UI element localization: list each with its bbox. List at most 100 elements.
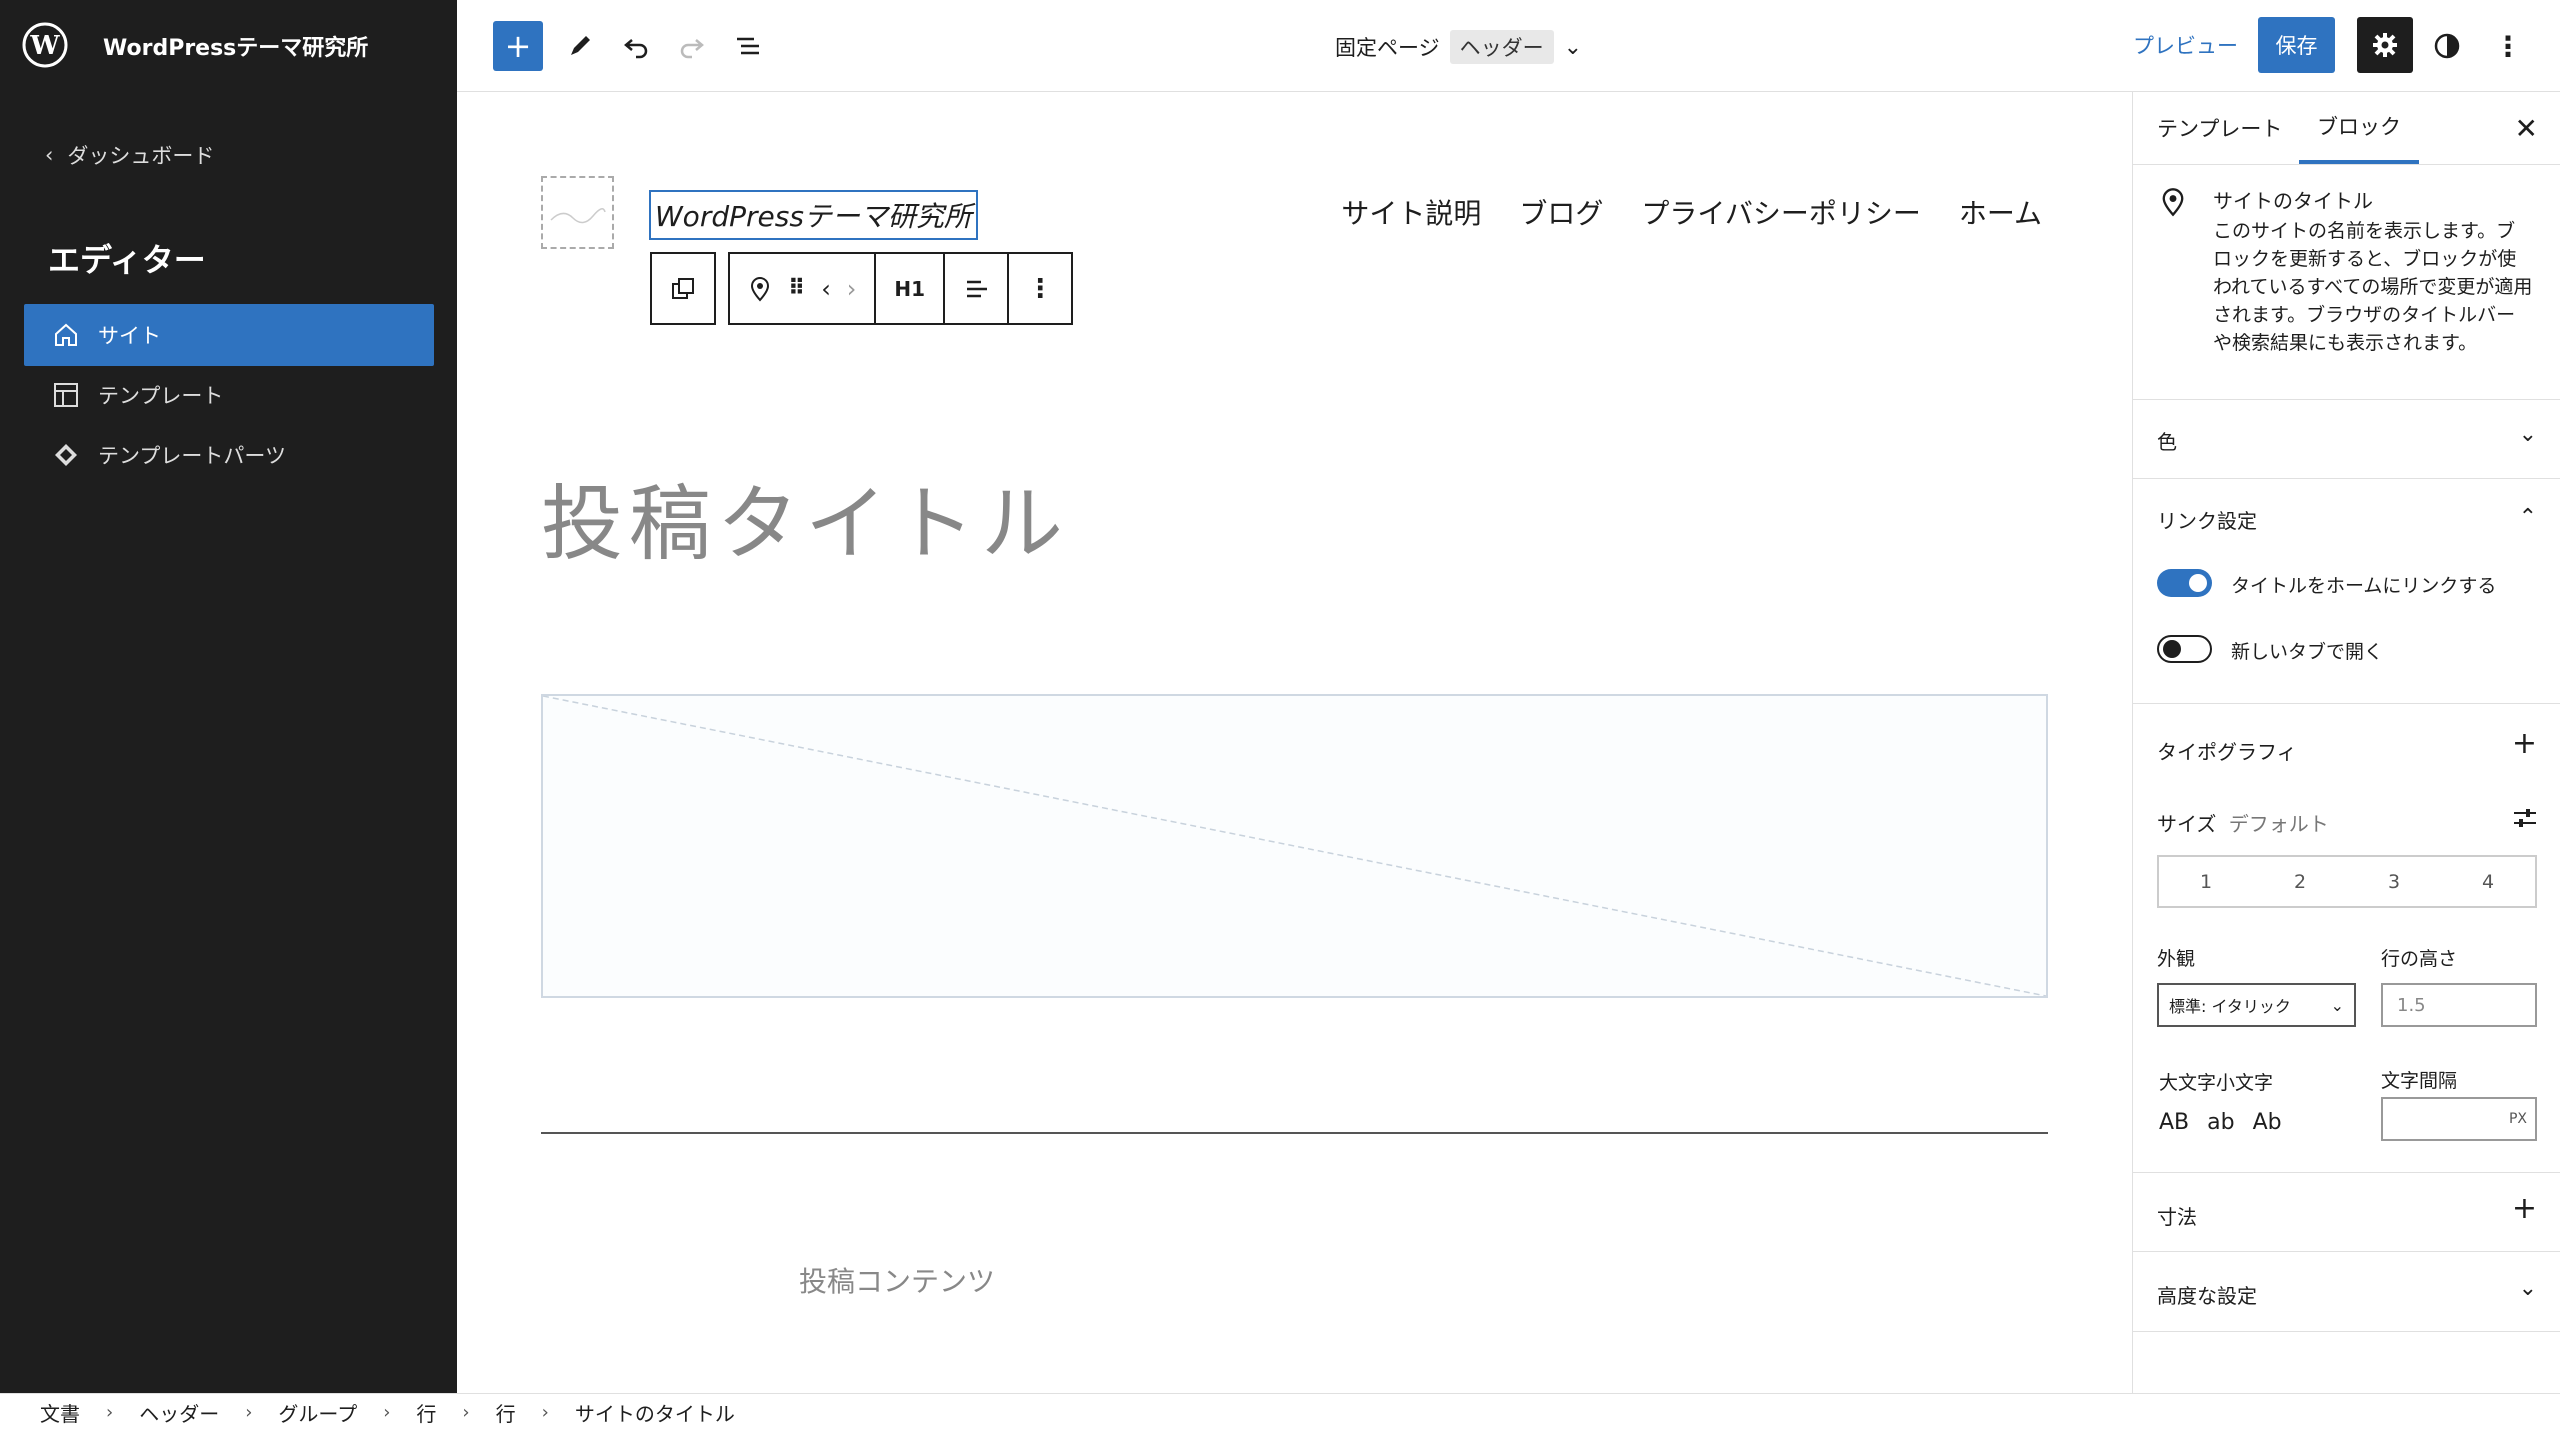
align-left-icon bbox=[967, 280, 988, 297]
block-controls-group: ⠿ ‹ › H1 ⋮ bbox=[728, 252, 1074, 325]
tab-block[interactable]: ブロック bbox=[2299, 92, 2419, 164]
editor-canvas: WordPressテーマ研究所 サイト説明 ブログ プライバシーポリシー ホーム… bbox=[457, 92, 2132, 1393]
symbol-icon bbox=[55, 444, 77, 466]
breadcrumb-item[interactable]: ヘッダー bbox=[139, 1398, 219, 1427]
block-inspector: テンプレート ブロック ✕ サイトのタイトル このサイトの名前を表示します。ブロ… bbox=[2132, 92, 2560, 1393]
line-height-input[interactable]: 1.5 bbox=[2381, 983, 2537, 1027]
panel-title: 寸法 bbox=[2157, 1205, 2197, 1229]
toggle-label: タイトルをホームにリンクする bbox=[2231, 575, 2497, 597]
gear-icon bbox=[2373, 33, 2397, 57]
panel-color[interactable]: 色 ⌄ bbox=[2133, 400, 2560, 479]
separator-block[interactable] bbox=[541, 1132, 2048, 1134]
nav-link[interactable]: ホーム bbox=[1959, 192, 2042, 232]
map-marker-icon[interactable] bbox=[748, 276, 772, 302]
unit-label[interactable]: PX bbox=[2509, 1111, 2527, 1127]
chevron-down-icon: ⌄ bbox=[2518, 1276, 2537, 1301]
nav-link[interactable]: プライバシーポリシー bbox=[1641, 192, 1920, 232]
chevron-right-icon: › bbox=[383, 1401, 391, 1423]
block-toolbar: ⠿ ‹ › H1 ⋮ bbox=[650, 252, 1074, 325]
plus-icon: + bbox=[504, 27, 532, 65]
options-button[interactable]: ⋮ bbox=[2483, 21, 2533, 71]
navigation-block[interactable]: サイト説明 ブログ プライバシーポリシー ホーム bbox=[1341, 192, 2042, 232]
site-editor-sidebar: W WordPressテーマ研究所 ‹ ダッシュボード エディター サイト テン… bbox=[0, 0, 457, 1393]
new-tab-toggle[interactable] bbox=[2157, 635, 2212, 663]
site-name: WordPressテーマ研究所 bbox=[103, 36, 369, 61]
panel-title: タイポグラフィ bbox=[2157, 740, 2297, 764]
letter-case-options: AB ab Ab bbox=[2159, 1110, 2282, 1135]
sidebar-item-site[interactable]: サイト bbox=[24, 304, 434, 366]
duplicate-icon bbox=[672, 277, 694, 299]
close-icon[interactable]: ✕ bbox=[2515, 112, 2538, 145]
font-size-option[interactable]: 2 bbox=[2253, 857, 2347, 906]
tab-template[interactable]: テンプレート bbox=[2157, 92, 2282, 164]
uppercase-button[interactable]: AB bbox=[2159, 1110, 2189, 1135]
appearance-select[interactable]: 標準: イタリック ⌄ bbox=[2157, 983, 2356, 1027]
document-type: 固定ページ bbox=[1335, 36, 1440, 60]
settings-button[interactable] bbox=[2357, 17, 2413, 73]
site-logo-placeholder[interactable] bbox=[541, 176, 614, 249]
font-size-option[interactable]: 1 bbox=[2159, 857, 2253, 906]
add-block-button[interactable]: + bbox=[493, 21, 543, 71]
chevron-up-icon[interactable]: ⌃ bbox=[2519, 505, 2537, 530]
letter-spacing-label: 文字間隔 bbox=[2381, 1070, 2458, 1092]
styles-button[interactable] bbox=[2422, 21, 2472, 71]
chevron-right-icon: › bbox=[462, 1401, 470, 1423]
block-card-description: このサイトの名前を表示します。ブロックを更新すると、ブロックが使われているすべて… bbox=[2213, 220, 2533, 354]
breadcrumb-item[interactable]: サイトのタイトル bbox=[575, 1398, 735, 1427]
breadcrumb-item[interactable]: 行 bbox=[416, 1398, 436, 1427]
more-vertical-icon: ⋮ bbox=[1027, 273, 1054, 304]
undo-button[interactable] bbox=[611, 21, 661, 71]
nav-link[interactable]: ブログ bbox=[1519, 192, 1603, 232]
panel-dimensions[interactable]: 寸法 + bbox=[2133, 1173, 2560, 1252]
letter-spacing-input[interactable]: PX bbox=[2381, 1097, 2537, 1141]
chevron-down-icon: ⌄ bbox=[2518, 422, 2537, 447]
block-breadcrumb: 文書 › ヘッダー › グループ › 行 › 行 › サイトのタイトル bbox=[0, 1393, 2560, 1430]
chevron-right-icon[interactable]: › bbox=[847, 275, 857, 303]
plus-icon[interactable]: + bbox=[2512, 726, 2537, 761]
breadcrumb-item[interactable]: グループ bbox=[278, 1398, 357, 1427]
tools-button[interactable] bbox=[555, 21, 605, 71]
font-size-picker: 1 2 3 4 bbox=[2157, 855, 2537, 908]
panel-title[interactable]: リンク設定 bbox=[2157, 505, 2257, 534]
featured-image-placeholder[interactable] bbox=[541, 694, 2048, 998]
panel-advanced[interactable]: 高度な設定 ⌄ bbox=[2133, 1252, 2560, 1332]
home-icon bbox=[55, 323, 77, 346]
wordpress-logo-icon[interactable]: W bbox=[22, 22, 68, 68]
align-button[interactable] bbox=[945, 254, 1010, 323]
settings-sliders-icon[interactable] bbox=[2511, 804, 2539, 832]
sidebar-item-template-parts[interactable]: テンプレートパーツ bbox=[24, 424, 434, 486]
sidebar-item-templates[interactable]: テンプレート bbox=[24, 364, 434, 426]
block-card: サイトのタイトル このサイトの名前を表示します。ブロックを更新すると、ブロックが… bbox=[2133, 164, 2560, 400]
font-size-option[interactable]: 4 bbox=[2441, 857, 2535, 906]
redo-button[interactable] bbox=[667, 21, 717, 71]
heading-level-button[interactable]: H1 bbox=[876, 254, 946, 323]
redo-icon bbox=[680, 39, 704, 59]
document-title-bar[interactable]: 固定ページ ヘッダー ⌄ bbox=[1335, 30, 1582, 64]
font-size-option[interactable]: 3 bbox=[2347, 857, 2441, 906]
preview-button[interactable]: プレビュー bbox=[2133, 30, 2238, 60]
chevron-left-icon[interactable]: ‹ bbox=[821, 275, 831, 303]
layout-icon bbox=[54, 383, 78, 407]
select-parent-button[interactable] bbox=[652, 254, 714, 323]
breadcrumb-item[interactable]: 行 bbox=[496, 1398, 516, 1427]
drag-handle-icon[interactable]: ⠿ bbox=[788, 276, 805, 301]
site-title-block[interactable]: WordPressテーマ研究所 bbox=[649, 190, 978, 240]
panel-title: 高度な設定 bbox=[2157, 1284, 2257, 1308]
appearance-label: 外観 bbox=[2157, 948, 2196, 970]
post-content-block[interactable]: 投稿コンテンツ bbox=[799, 1260, 995, 1300]
sidebar-item-label: テンプレート bbox=[98, 384, 224, 408]
lowercase-button[interactable]: ab bbox=[2207, 1110, 2234, 1135]
save-button[interactable]: 保存 bbox=[2258, 17, 2335, 73]
breadcrumb-item[interactable]: 文書 bbox=[40, 1398, 80, 1427]
pencil-icon bbox=[571, 36, 590, 55]
toggle-knob bbox=[2163, 640, 2181, 658]
post-title-block[interactable]: 投稿タイトル bbox=[541, 457, 1069, 576]
line-height-label: 行の高さ bbox=[2381, 948, 2458, 970]
list-view-button[interactable] bbox=[723, 21, 773, 71]
dashboard-back-link[interactable]: ‹ ダッシュボード bbox=[45, 140, 214, 170]
link-home-toggle[interactable] bbox=[2157, 569, 2212, 597]
block-options-button[interactable]: ⋮ bbox=[1009, 254, 1071, 323]
nav-link[interactable]: サイト説明 bbox=[1341, 192, 1481, 232]
capitalize-button[interactable]: Ab bbox=[2253, 1110, 2282, 1135]
plus-icon: + bbox=[2511, 1191, 2537, 1226]
